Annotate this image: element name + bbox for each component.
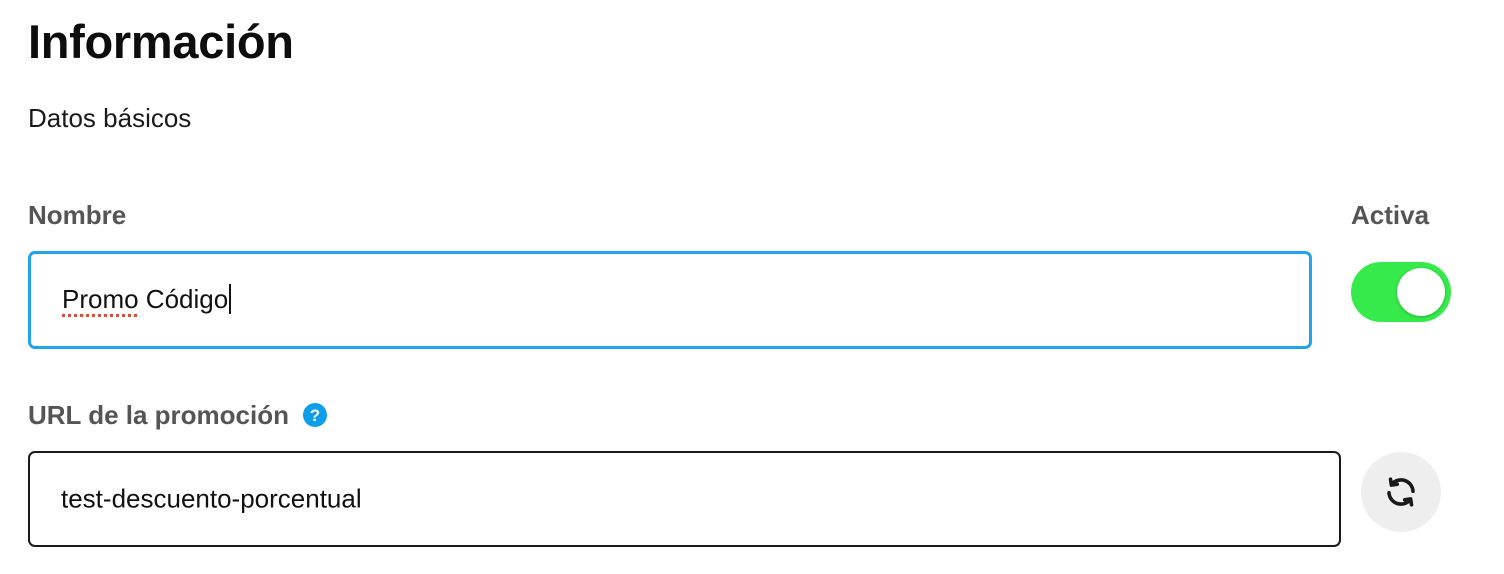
help-icon[interactable]: ? xyxy=(303,403,327,427)
page-title: Información xyxy=(28,15,294,68)
name-label: Nombre xyxy=(28,200,127,230)
spellcheck-word: Promo xyxy=(62,283,139,314)
name-value-rest: Código xyxy=(138,283,229,314)
active-label: Activa xyxy=(1351,200,1430,230)
url-label-row: URL de la promoción ? xyxy=(28,399,327,431)
information-panel: Información Datos básicos Nombre Promo C… xyxy=(0,0,1504,574)
refresh-icon xyxy=(1387,477,1415,507)
url-label: URL de la promoción xyxy=(28,400,289,430)
toggle-knob xyxy=(1397,268,1445,316)
section-subtitle: Datos básicos xyxy=(28,103,192,133)
url-input-value: test-descuento-porcentual xyxy=(61,483,362,514)
text-caret xyxy=(229,284,232,315)
name-input-value: Promo Código xyxy=(62,283,232,316)
active-toggle[interactable] xyxy=(1351,262,1451,322)
name-input[interactable]: Promo Código xyxy=(28,251,1312,349)
url-input[interactable]: test-descuento-porcentual xyxy=(28,451,1341,547)
regenerate-url-button[interactable] xyxy=(1361,452,1441,532)
